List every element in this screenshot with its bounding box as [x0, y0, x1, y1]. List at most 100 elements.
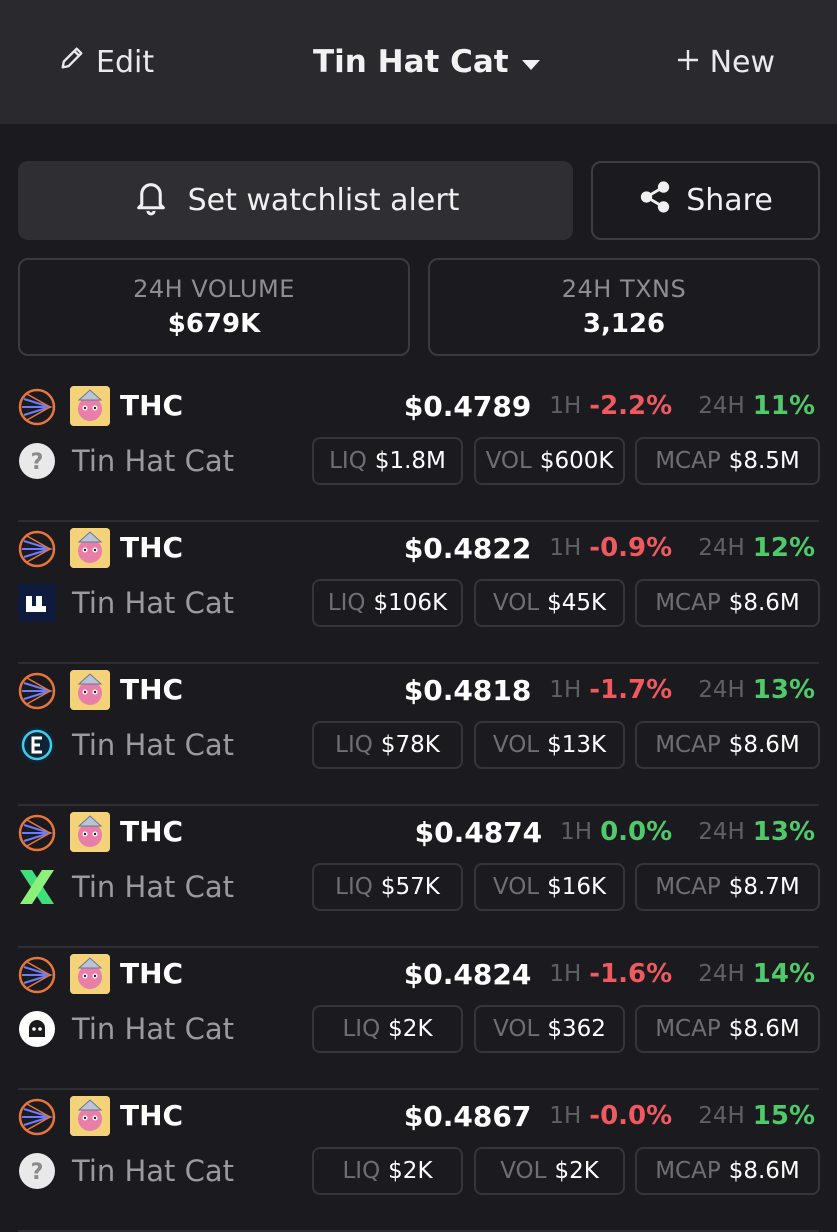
- mcap-chip: MCAP $8.6M: [635, 1147, 820, 1195]
- liquidity-chip: LIQ $78K: [312, 721, 463, 769]
- pair-symbol: THC: [120, 1099, 184, 1132]
- pair-price: $0.4874: [414, 815, 543, 849]
- token-logo-icon: [70, 812, 110, 852]
- change-1h-value: -0.9%: [589, 533, 673, 563]
- dex-logo-circle-e-icon: [18, 726, 56, 764]
- chain-logo-icon: [18, 672, 56, 710]
- pair-row[interactable]: THC Tin Hat Cat $0.4824 1H -1.6% 24H 14%…: [0, 948, 837, 1090]
- volume-chip: VOL $2K: [474, 1147, 625, 1195]
- pair-row[interactable]: THC ? Tin Hat Cat $0.4867 1H -0.0% 24H 1…: [0, 1090, 837, 1232]
- pair-row[interactable]: THC ? Tin Hat Cat $0.4789 1H -2.2% 24H 1…: [0, 380, 837, 522]
- vol-label: VOL: [493, 1016, 540, 1042]
- pair-name: Tin Hat Cat: [72, 1154, 235, 1188]
- pair-name: Tin Hat Cat: [72, 1012, 235, 1046]
- change-24h-value: 13%: [752, 675, 815, 705]
- volume-value: $679K: [167, 309, 261, 339]
- pair-symbol: THC: [120, 815, 184, 848]
- pair-price: $0.4789: [403, 389, 532, 423]
- chain-logo-icon: [18, 530, 56, 568]
- pair-price: $0.4818: [403, 673, 532, 707]
- mcap-chip: MCAP $8.5M: [635, 437, 820, 485]
- change-1h-label: 1H: [549, 393, 582, 419]
- mcap-value: $8.6M: [728, 732, 800, 758]
- txns-value: 3,126: [582, 309, 666, 339]
- liq-label: LIQ: [329, 448, 367, 474]
- vol-label: VOL: [492, 732, 540, 758]
- liq-label: LIQ: [342, 1016, 381, 1042]
- chain-logo-icon: [18, 1098, 56, 1136]
- pair-name: Tin Hat Cat: [72, 444, 235, 478]
- plus-icon: [676, 45, 700, 80]
- vol-label: VOL: [500, 1158, 547, 1184]
- mcap-chip: MCAP $8.6M: [635, 721, 820, 769]
- liq-label: LIQ: [342, 1158, 381, 1184]
- dex-logo-blocks-icon: [18, 584, 56, 622]
- stat-txns: 24H TXNS 3,126: [428, 258, 820, 356]
- liq-label: LIQ: [335, 732, 373, 758]
- mcap-label: MCAP: [655, 590, 721, 616]
- liq-label: LIQ: [327, 590, 366, 616]
- change-24h-value: 14%: [752, 959, 815, 989]
- pair-name: Tin Hat Cat: [72, 728, 235, 762]
- pencil-icon: [58, 44, 86, 80]
- liquidity-chip: LIQ $2K: [312, 1147, 463, 1195]
- change-1h-value: -1.7%: [589, 675, 673, 705]
- edit-label: Edit: [96, 44, 155, 80]
- mcap-chip: MCAP $8.7M: [635, 863, 820, 911]
- pair-row[interactable]: THC Tin Hat Cat $0.4874 1H 0.0% 24H 13% …: [0, 806, 837, 948]
- pair-row[interactable]: THC Tin Hat Cat $0.4822 1H -0.9% 24H 12%…: [0, 522, 837, 664]
- mcap-value: $8.6M: [728, 1158, 800, 1184]
- new-label: New: [709, 44, 775, 80]
- chain-logo-icon: [18, 956, 56, 994]
- change-24h-label: 24H: [698, 1103, 745, 1129]
- volume-chip: VOL $362: [474, 1005, 625, 1053]
- new-watchlist-button[interactable]: New: [676, 42, 775, 82]
- token-logo-icon: [70, 670, 110, 710]
- mcap-label: MCAP: [655, 874, 721, 900]
- token-logo-icon: [70, 1096, 110, 1136]
- change-1h-value: -1.6%: [589, 959, 673, 989]
- volume-chip: VOL $600K: [474, 437, 625, 485]
- mcap-label: MCAP: [655, 1016, 721, 1042]
- change-24h-label: 24H: [698, 535, 745, 561]
- share-button[interactable]: Share: [591, 161, 820, 240]
- price-info: $0.4824 1H -1.6% 24H 14%: [404, 954, 815, 994]
- dex-logo-ghost-icon: [18, 1010, 56, 1048]
- pair-symbol: THC: [120, 673, 184, 706]
- txns-label: 24H TXNS: [561, 275, 687, 303]
- edit-button[interactable]: Edit: [58, 42, 154, 82]
- change-1h-label: 1H: [549, 1103, 582, 1129]
- change-1h-label: 1H: [560, 819, 593, 845]
- pair-symbol: THC: [120, 531, 184, 564]
- chain-logo-icon: [18, 814, 56, 852]
- svg-text:?: ?: [31, 450, 44, 475]
- watchlist-selector[interactable]: Tin Hat Cat: [313, 42, 541, 82]
- liq-value: $106K: [373, 590, 448, 616]
- pair-row[interactable]: THC Tin Hat Cat $0.4818 1H -1.7% 24H 13%…: [0, 664, 837, 806]
- vol-value: $600K: [539, 448, 614, 474]
- alert-label: Set watchlist alert: [187, 183, 460, 218]
- set-watchlist-alert-button[interactable]: Set watchlist alert: [18, 161, 573, 240]
- vol-value: $45K: [547, 590, 607, 616]
- liq-value: $1.8M: [374, 448, 446, 474]
- change-24h-value: 11%: [752, 391, 815, 421]
- top-bar: Edit Tin Hat Cat New: [0, 0, 837, 124]
- caret-down-icon: [521, 44, 541, 80]
- pair-symbol: THC: [120, 389, 184, 422]
- change-24h-value: 12%: [752, 533, 815, 563]
- mcap-label: MCAP: [655, 732, 721, 758]
- price-info: $0.4789 1H -2.2% 24H 11%: [404, 386, 815, 426]
- vol-label: VOL: [492, 590, 540, 616]
- change-24h-label: 24H: [698, 961, 745, 987]
- liq-value: $57K: [380, 874, 440, 900]
- pair-price: $0.4867: [403, 1099, 532, 1133]
- liq-value: $2K: [388, 1158, 433, 1184]
- volume-chip: VOL $16K: [474, 863, 625, 911]
- change-24h-value: 13%: [752, 817, 815, 847]
- mcap-value: $8.5M: [728, 448, 800, 474]
- pair-name: Tin Hat Cat: [72, 586, 235, 620]
- liquidity-chip: LIQ $106K: [312, 579, 463, 627]
- change-24h-label: 24H: [698, 819, 745, 845]
- price-info: $0.4822 1H -0.9% 24H 12%: [404, 528, 815, 568]
- unknown-question-icon: ?: [18, 442, 56, 480]
